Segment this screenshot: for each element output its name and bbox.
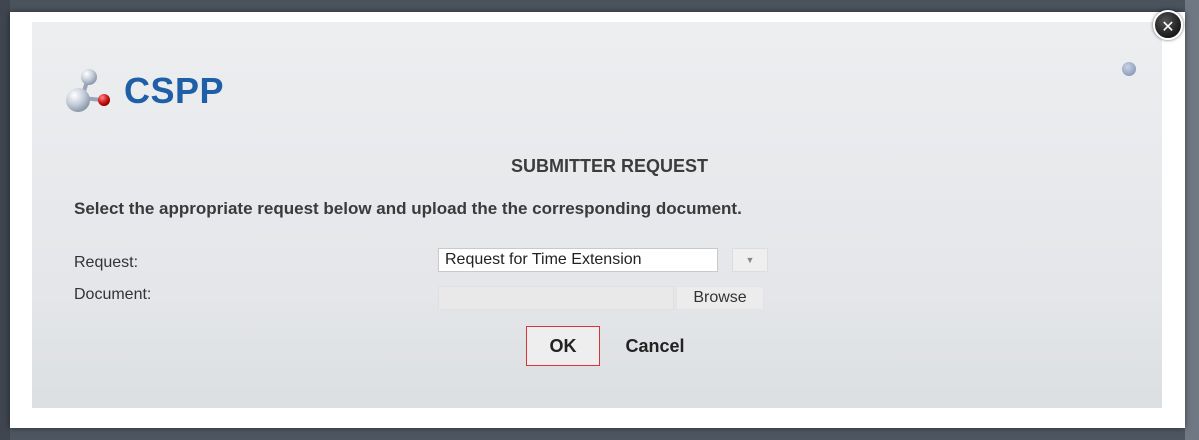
chevron-down-icon: ▼	[745, 255, 755, 265]
page-backdrop-right	[1185, 0, 1199, 440]
logo-text: CSPP	[124, 70, 225, 111]
ok-button[interactable]: OK	[526, 326, 600, 366]
cspp-logo: CSPP	[62, 66, 224, 116]
instructions-text: Select the appropriate request below and…	[74, 199, 742, 218]
request-dropdown-button[interactable]: ▼	[732, 248, 768, 272]
page-backdrop-left	[0, 0, 10, 440]
molecule-icon	[62, 66, 120, 116]
document-file-input[interactable]	[438, 286, 674, 310]
modal-content: CSPP SUBMITTER REQUEST Select the approp…	[32, 22, 1162, 408]
close-icon: ✕	[1161, 17, 1175, 36]
browse-button[interactable]: Browse	[676, 286, 764, 310]
dialog-title: SUBMITTER REQUEST	[510, 156, 708, 176]
request-select[interactable]: Request for Time Extension	[438, 248, 718, 272]
cancel-button[interactable]: Cancel	[610, 326, 700, 366]
close-button[interactable]: ✕	[1153, 10, 1183, 40]
document-label: Document:	[74, 286, 152, 303]
submitter-request-modal: CSPP SUBMITTER REQUEST Select the approp…	[10, 10, 1185, 428]
request-label: Request:	[74, 254, 139, 271]
help-icon[interactable]	[1122, 62, 1136, 76]
